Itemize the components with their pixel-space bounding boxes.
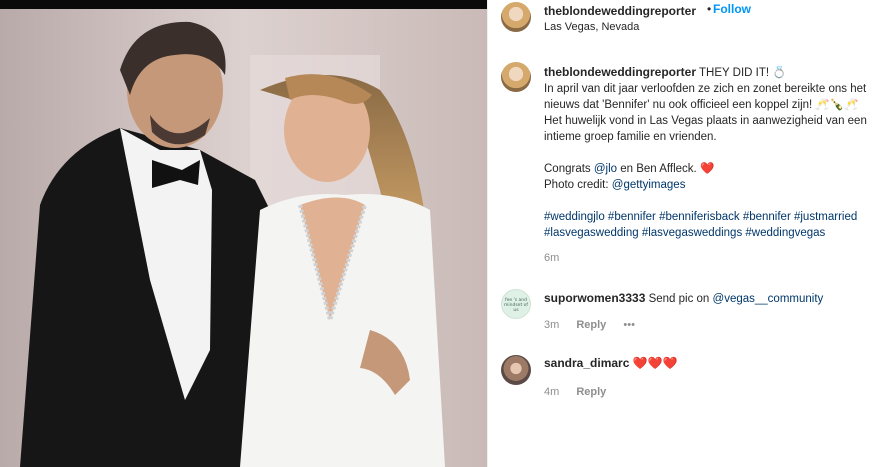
separator-dot: •: [707, 2, 712, 16]
credit-prefix: Photo credit:: [544, 179, 612, 191]
post-photo[interactable]: [0, 0, 487, 467]
post-location[interactable]: Las Vegas, Nevada: [544, 21, 639, 33]
comment-meta: 4m Reply: [544, 386, 620, 398]
mention-gettyimages[interactable]: @gettyimages: [612, 179, 686, 191]
post-side-panel: theblondeweddingreporter • Follow Las Ve…: [487, 0, 894, 467]
mention-vegas-community[interactable]: @vegas__community: [713, 293, 824, 305]
mention-jlo[interactable]: @jlo: [594, 163, 617, 175]
comment-time: 4m: [544, 386, 560, 398]
reply-button[interactable]: Reply: [576, 386, 606, 398]
caption-hashtags[interactable]: #weddingjlo #bennifer #benniferisback #b…: [544, 209, 884, 241]
comment-item: suporwomen3333 Send pic on @vegas__commu…: [544, 290, 823, 307]
comment-time: 3m: [544, 319, 560, 331]
caption-line-1: In april van dit jaar verloofden ze zich…: [544, 83, 867, 111]
reply-button[interactable]: Reply: [576, 319, 606, 331]
author-username[interactable]: theblondeweddingreporter: [544, 4, 696, 18]
commenter-avatar[interactable]: [501, 355, 531, 385]
author-avatar[interactable]: [501, 2, 531, 32]
comment-username[interactable]: sandra_dimarc: [544, 356, 629, 370]
commenter-avatar[interactable]: fee 's and mindset of us: [501, 289, 531, 319]
caption-time: 6m: [544, 252, 560, 264]
avatar-text: fee 's and mindset of us: [504, 298, 528, 313]
comment-text: ❤️❤️❤️: [632, 356, 678, 370]
comment-item: sandra_dimarc ❤️❤️❤️: [544, 355, 677, 372]
follow-button[interactable]: Follow: [713, 2, 751, 16]
congrats-prefix: Congrats: [544, 163, 594, 175]
comment-meta: 3m Reply •••: [544, 319, 649, 331]
photo-top-bar: [0, 0, 487, 9]
post-caption: theblondeweddingreporter THEY DID IT! 💍 …: [544, 64, 884, 266]
caption-author-avatar[interactable]: [501, 62, 531, 92]
congrats-suffix: en Ben Affleck. ❤️: [617, 163, 715, 175]
couple-photo-illustration: [0, 0, 487, 467]
caption-line-2: Het huwelijk vond in Las Vegas plaats in…: [544, 115, 867, 143]
caption-username[interactable]: theblondeweddingreporter: [544, 65, 696, 79]
comment-username[interactable]: suporwomen3333: [544, 291, 645, 305]
comment-text: Send pic on: [648, 293, 713, 305]
caption-headline: THEY DID IT! 💍: [699, 67, 787, 79]
more-options-icon[interactable]: •••: [623, 319, 635, 331]
